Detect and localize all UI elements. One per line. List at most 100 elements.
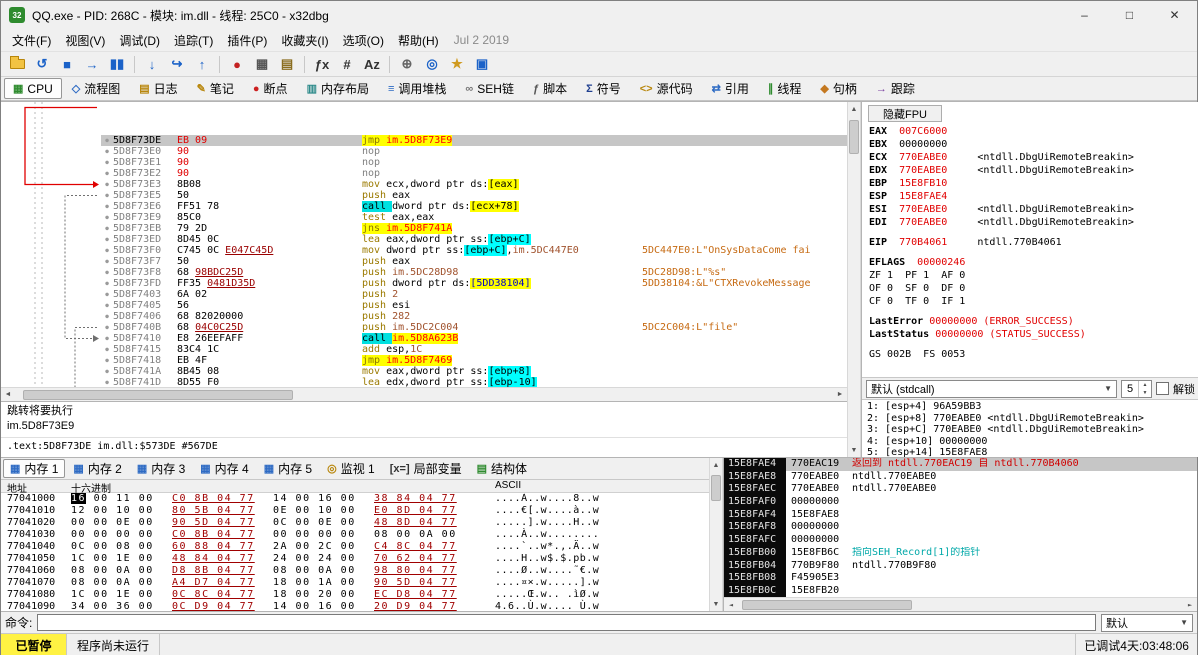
tab-trace[interactable]: →跟踪 (867, 78, 924, 99)
breakpoints-button[interactable]: ● (226, 53, 248, 75)
tab-script[interactable]: ƒ脚本 (524, 78, 576, 99)
tab-cpu[interactable]: ▦CPU (4, 78, 62, 99)
tab-memory-map[interactable]: ▥内存布局 (298, 78, 378, 99)
disasm-row[interactable]: ●5D8F740B68 04C0C25Dpush im.5DC2C0045DC2… (1, 322, 847, 333)
breakpoint-dot[interactable]: ● (101, 377, 113, 387)
registers-table[interactable]: EAX 007C6000EBX 00000000ECX 770EABE0 <nt… (862, 123, 1198, 377)
tab-locals[interactable]: [x=]局部变量 (383, 459, 469, 478)
scroll-down-icon[interactable]: ▼ (847, 443, 861, 457)
breakpoint-dot[interactable]: ● (101, 344, 113, 355)
disasm-row[interactable]: ●5D8F741A8B45 08mov eax,dword ptr ss:[eb… (1, 366, 847, 377)
tab-handles[interactable]: ◆句柄 (811, 78, 865, 99)
spin-up-icon[interactable]: ▲ (1139, 381, 1151, 389)
stack-row[interactable]: 15E8FB04770B9F80ntdll.770B9F80 (724, 560, 1197, 573)
stack-row[interactable]: 15E8FB0C15E8FB20 (724, 585, 1197, 597)
command-input[interactable] (37, 614, 1096, 631)
menu-item[interactable]: 追踪(T) (167, 30, 220, 51)
restart-button[interactable]: ↺ (31, 53, 53, 75)
log-button[interactable]: ▤ (276, 53, 298, 75)
disassembly-table[interactable]: ●5D8F73DEEB 09jmp im.5D8F73E9●5D8F73E090… (1, 102, 847, 387)
debug-window-button[interactable]: ▣ (471, 53, 493, 75)
dump-row[interactable]: 770410501C 00 1E 0048 84 04 7724 00 24 0… (1, 553, 709, 565)
calling-convention-select[interactable]: 默认 (stdcall)▼ (866, 380, 1117, 398)
breakpoint-dot[interactable]: ● (101, 212, 113, 223)
register-row[interactable]: EFLAGS 00000246 (869, 256, 1198, 269)
breakpoint-dot[interactable]: ● (101, 135, 113, 146)
step-over-button[interactable]: ↪ (166, 53, 188, 75)
breakpoint-dot[interactable]: ● (101, 168, 113, 179)
breakpoint-dot[interactable]: ● (101, 234, 113, 245)
tab-dump-3[interactable]: ▦内存 3 (130, 459, 192, 478)
disasm-row[interactable]: ●5D8F73E190nop (1, 157, 847, 168)
tab-breakpoints[interactable]: ●断点 (244, 78, 297, 99)
scroll-right-icon[interactable]: ► (1183, 598, 1197, 612)
breakpoint-dot[interactable]: ● (101, 157, 113, 168)
arguments-table[interactable]: 1: [esp+4] 96A59BB32: [esp+8] 770EABE0 <… (862, 399, 1198, 457)
tab-call-stack[interactable]: ≡调用堆栈 (379, 78, 455, 99)
titlebar[interactable]: 32 QQ.exe - PID: 268C - 模块: im.dll - 线程:… (1, 1, 1197, 29)
stack-row[interactable]: 15E8FAF800000000 (724, 521, 1197, 534)
stack-row[interactable]: 15E8FAF415E8FAE8 (724, 509, 1197, 522)
patches-button[interactable]: # (336, 53, 358, 75)
stack-row[interactable]: 15E8FAEC770EABE0ntdll.770EABE0 (724, 483, 1197, 496)
disasm-row[interactable]: ●5D8F73F0C745 0C E047C45Dmov dword ptr s… (1, 245, 847, 256)
breakpoint-dot[interactable]: ● (101, 146, 113, 157)
menu-item[interactable]: 收藏夹(I) (274, 30, 335, 51)
dump-row[interactable]: 7704102000 00 0E 0090 5D 04 770C 00 0E 0… (1, 517, 709, 529)
breakpoint-dot[interactable]: ● (101, 267, 113, 278)
argument-row[interactable]: 1: [esp+4] 96A59BB3 (867, 401, 1194, 413)
disasm-row[interactable]: ●5D8F740668 82020000push 282 (1, 311, 847, 322)
menu-item[interactable]: 调试(D) (112, 30, 167, 51)
register-row[interactable]: EDX 770EABE0 <ntdll.DbgUiRemoteBreakin> (869, 164, 1198, 177)
breakpoint-dot[interactable]: ● (101, 311, 113, 322)
arg-count-stepper[interactable]: 5▲▼ (1121, 380, 1152, 398)
register-row[interactable]: EBX 00000000 (869, 138, 1198, 151)
breakpoint-dot[interactable]: ● (101, 289, 113, 300)
register-row[interactable]: EDI 770EABE0 <ntdll.DbgUiRemoteBreakin> (869, 216, 1198, 229)
menu-item[interactable]: 选项(O) (336, 30, 391, 51)
argument-row[interactable]: 4: [esp+10] 00000000 (867, 436, 1194, 448)
breakpoint-dot[interactable]: ● (101, 278, 113, 289)
stack-row[interactable]: 15E8FAE8770EABE0ntdll.770EABE0 (724, 471, 1197, 484)
scroll-thumb[interactable] (849, 120, 859, 154)
breakpoint-dot[interactable]: ● (101, 300, 113, 311)
pause-button[interactable]: ▮▮ (106, 53, 128, 75)
disasm-row[interactable]: ●5D8F73EB79 2Djns im.5D8F741A (1, 223, 847, 234)
scroll-right-icon[interactable]: ► (833, 388, 847, 402)
stop-button[interactable]: ■ (56, 53, 78, 75)
breakpoint-dot[interactable]: ● (101, 201, 113, 212)
dump-row[interactable]: 7704103000 00 00 00C0 8B 04 7700 00 00 0… (1, 529, 709, 541)
tab-threads[interactable]: ∥线程 (759, 78, 811, 99)
register-row[interactable]: ESP 15E8FAE4 (869, 190, 1198, 203)
register-row[interactable]: EBP 15E8FB10 (869, 177, 1198, 190)
favorites-button[interactable]: ★ (446, 53, 468, 75)
register-row[interactable]: LastStatus 00000000 (STATUS_SUCCESS) (869, 328, 1198, 341)
breakpoint-dot[interactable]: ● (101, 256, 113, 267)
disasm-row[interactable]: ●5D8F73E090nop (1, 146, 847, 157)
dump-row[interactable]: 7704109034 00 36 000C D9 04 7714 00 16 0… (1, 601, 709, 611)
menu-item[interactable]: 视图(V) (58, 30, 112, 51)
scroll-left-icon[interactable]: ◄ (724, 598, 738, 612)
menu-item[interactable]: 文件(F) (5, 30, 58, 51)
stack-table[interactable]: 15E8FAE4770EAC19返回到 ntdll.770EAC19 自 ntd… (724, 458, 1197, 597)
close-button[interactable]: ✕ (1152, 1, 1197, 29)
dump-vscrollbar[interactable]: ▲ ▼ (709, 458, 723, 611)
register-row[interactable]: CF 0 TF 0 IF 1 (869, 295, 1198, 308)
dump-row[interactable]: 7704107008 00 0A 00A4 D7 04 7718 00 1A 0… (1, 577, 709, 589)
stack-hscrollbar[interactable]: ◄ ► (724, 597, 1197, 611)
menu-item[interactable]: 插件(P) (220, 30, 274, 51)
disasm-row[interactable]: ●5D8F73E550push eax (1, 190, 847, 201)
dump-row[interactable]: 770410400C 00 08 0060 88 04 772A 00 2C 0… (1, 541, 709, 553)
tab-dump-5[interactable]: ▦内存 5 (257, 459, 319, 478)
tab-dump-1[interactable]: ▦内存 1 (3, 459, 65, 478)
argument-row[interactable]: 3: [esp+C] 770EABE0 <ntdll.DbgUiRemoteBr… (867, 424, 1194, 436)
command-profile-select[interactable]: 默认▼ (1101, 614, 1193, 632)
spin-down-icon[interactable]: ▼ (1139, 389, 1151, 397)
register-row[interactable]: GS 002B FS 0053 (869, 348, 1198, 361)
disasm-row[interactable]: ●5D8F740556push esi (1, 300, 847, 311)
menu-item[interactable]: 帮助(H) (391, 30, 446, 51)
disasm-row[interactable]: ●5D8F73F750push eax (1, 256, 847, 267)
register-row[interactable]: LastError 00000000 (ERROR_SUCCESS) (869, 315, 1198, 328)
argument-row[interactable]: 2: [esp+8] 770EABE0 <ntdll.DbgUiRemoteBr… (867, 413, 1194, 425)
dump-row[interactable]: 7704101012 00 10 0080 5B 04 770E 00 10 0… (1, 505, 709, 517)
